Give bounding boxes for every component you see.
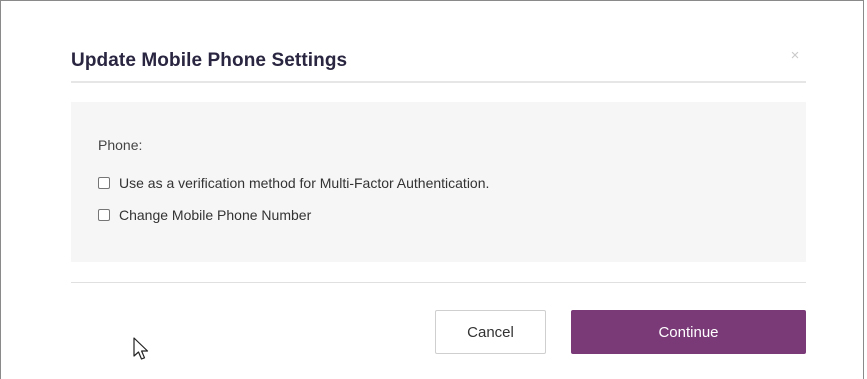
modal-dialog: Update Mobile Phone Settings × Phone: Us… [0,0,864,379]
title-divider [71,81,806,83]
cancel-button[interactable]: Cancel [435,310,546,354]
settings-panel: Phone: Use as a verification method for … [71,102,806,262]
option-change-number[interactable]: Change Mobile Phone Number [98,207,311,223]
mfa-checkbox-label: Use as a verification method for Multi-F… [119,175,490,191]
phone-label: Phone: [98,137,143,153]
mfa-checkbox[interactable] [98,177,110,189]
change-number-checkbox[interactable] [98,209,110,221]
continue-button[interactable]: Continue [571,310,806,354]
option-mfa-verification[interactable]: Use as a verification method for Multi-F… [98,175,489,191]
mouse-pointer-icon [133,337,149,360]
footer-divider [71,282,806,283]
close-icon[interactable]: × [788,48,802,63]
change-number-checkbox-label: Change Mobile Phone Number [119,207,312,223]
dialog-title: Update Mobile Phone Settings [71,50,348,71]
